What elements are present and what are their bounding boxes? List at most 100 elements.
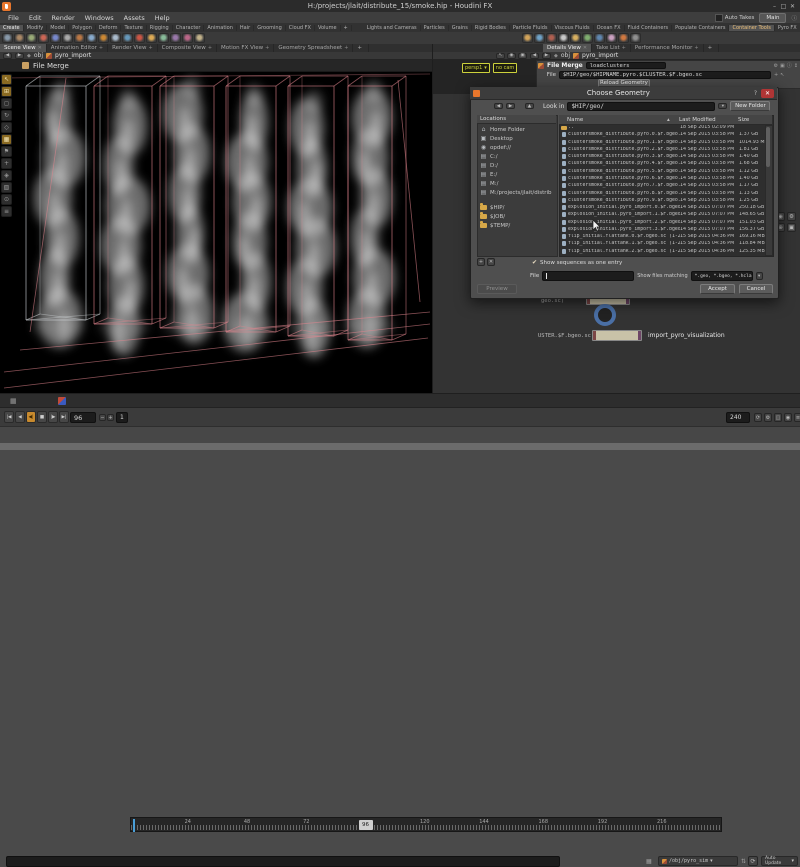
- location-item[interactable]: Home Folder: [477, 125, 556, 134]
- update-mode-selector[interactable]: Auto Update ▾: [761, 856, 798, 866]
- column-modified[interactable]: Last Modified: [679, 117, 738, 123]
- shelf-tool-icon[interactable]: [98, 33, 109, 43]
- pane-tab[interactable]: Animation Editor+: [47, 44, 108, 52]
- cook-context-chip[interactable]: /obj/pyro_sim ▾: [658, 856, 738, 866]
- maximize-button[interactable]: □: [779, 2, 788, 10]
- frame-step-minus[interactable]: −: [99, 414, 106, 421]
- pane-tab[interactable]: Composite View+: [158, 44, 217, 52]
- close-button[interactable]: ✕: [788, 2, 797, 10]
- shelf-tab[interactable]: Model: [47, 25, 69, 31]
- jump-to-start-button[interactable]: |◀: [4, 411, 14, 423]
- menu-item[interactable]: File: [3, 14, 24, 22]
- net-gear-icon[interactable]: ⚙: [787, 212, 796, 221]
- shelf-tool-icon[interactable]: [14, 33, 25, 43]
- back-icon[interactable]: ◀: [3, 53, 12, 59]
- shelf-tool-icon[interactable]: [158, 33, 169, 43]
- file-row[interactable]: explosion_initial.pyro_import.0.$F.bgeo.…: [560, 204, 765, 211]
- shelf-tool-icon[interactable]: [134, 33, 145, 43]
- camera-badge[interactable]: persp1▾: [462, 63, 490, 73]
- column-name[interactable]: Name: [567, 117, 667, 123]
- file-row[interactable]: flip_initial.flattank.1.$F.bgeo.sc (1-24…: [560, 240, 765, 247]
- shelf-tab[interactable]: Container Tools: [729, 25, 774, 31]
- favorite-item[interactable]: $JOB/: [477, 212, 556, 221]
- file-row[interactable]: clustersmoke_distribute.pyro.0.$F.bgeo.s…: [560, 131, 765, 138]
- preview-button[interactable]: Preview: [477, 284, 517, 294]
- shelf-tab[interactable]: Modify: [24, 25, 48, 31]
- shelf-tab[interactable]: Deform: [96, 25, 122, 31]
- net-grid-icon[interactable]: ▣: [518, 53, 527, 59]
- file-row[interactable]: clustersmoke_distribute.pyro.8.$F.bgeo.s…: [560, 189, 765, 196]
- expression-icon[interactable]: +: [774, 72, 778, 78]
- shelf-tool-icon[interactable]: [558, 33, 569, 43]
- file-row[interactable]: flip_initial.flattank.0.$F.bgeo.sc (1-24…: [560, 233, 765, 240]
- column-size[interactable]: Size: [738, 117, 772, 123]
- accept-button[interactable]: Accept: [700, 284, 735, 294]
- file-row[interactable]: explosion_initial.pyro_import.1.$F.bgeo.…: [560, 211, 765, 218]
- stop-button[interactable]: ■: [37, 411, 47, 423]
- shelf-tab[interactable]: Populate Containers: [672, 25, 729, 31]
- net-select-icon[interactable]: ↖: [496, 53, 505, 59]
- file-row[interactable]: clustersmoke_distribute.pyro.1.$F.bgeo.s…: [560, 139, 765, 146]
- file-row[interactable]: clustersmoke_distribute.pyro.5.$F.bgeo.s…: [560, 168, 765, 175]
- shelf-tool-icon[interactable]: [182, 33, 193, 43]
- location-item[interactable]: Desktop: [477, 134, 556, 143]
- shelf-tab[interactable]: Hair: [237, 25, 254, 31]
- expand-icon[interactable]: ↕: [794, 63, 798, 69]
- handle-tool-icon[interactable]: ◇: [1, 122, 12, 133]
- file-row[interactable]: flip_initial.flattank.2.$F.bgeo.sc (1-24…: [560, 248, 765, 255]
- file-row[interactable]: .. 18 Sep 2015 02:09 PM: [560, 124, 765, 131]
- shelf-tab[interactable]: Fluid Containers: [625, 25, 673, 31]
- timeline-ruler[interactable]: 96 244872120144168192216: [130, 817, 722, 832]
- shelf-tab[interactable]: Ocean FX: [594, 25, 625, 31]
- info-icon[interactable]: ⓘ: [791, 14, 797, 22]
- pane-tab[interactable]: Take List+: [592, 44, 631, 52]
- pin-icon[interactable]: ◆: [27, 53, 31, 59]
- new-folder-button[interactable]: New Folder: [730, 101, 770, 111]
- auto-takes-toggle[interactable]: Auto Takes: [715, 14, 755, 22]
- pane-tab[interactable]: Details View✕: [543, 44, 592, 52]
- shelf-tab[interactable]: +: [341, 25, 352, 31]
- current-node-label[interactable]: pyro_import: [55, 52, 91, 59]
- shelf-tool-icon[interactable]: [618, 33, 629, 43]
- file-row[interactable]: clustersmoke_distribute.pyro.3.$F.bgeo.s…: [560, 153, 765, 160]
- favorite-item[interactable]: $HIP/: [477, 203, 556, 212]
- shelf-tool-icon[interactable]: [194, 33, 205, 43]
- menu-item[interactable]: Render: [46, 14, 79, 22]
- add-tool-icon[interactable]: +: [1, 158, 12, 169]
- menu-item[interactable]: Help: [150, 14, 175, 22]
- pane-tab[interactable]: +: [704, 44, 720, 52]
- move-tool-icon[interactable]: ⊞: [1, 86, 12, 97]
- shelf-tool-icon[interactable]: [122, 33, 133, 43]
- shelf-tab[interactable]: Rigid Bodies: [472, 25, 510, 31]
- node-color-icon[interactable]: [58, 397, 66, 405]
- step-back-button[interactable]: ◀|: [26, 411, 36, 423]
- location-item[interactable]: C:/: [477, 152, 556, 161]
- node-name-field[interactable]: loadclusters: [586, 62, 666, 69]
- snap-grid-icon[interactable]: ▦: [1, 134, 12, 145]
- pane-tab-widget-icon[interactable]: +: [344, 45, 348, 51]
- range-start-field[interactable]: 1: [116, 412, 128, 423]
- add-favorite-icon[interactable]: +: [477, 258, 485, 266]
- shelf-tab[interactable]: Character: [173, 25, 205, 31]
- sort-asc-icon[interactable]: ▴: [667, 117, 679, 123]
- location-item[interactable]: M:/projects/jlait/distrib: [477, 188, 556, 197]
- resource-monitor-icon[interactable]: ▦: [646, 858, 652, 865]
- pose-tool-icon[interactable]: ◈: [1, 170, 12, 181]
- menu-item[interactable]: Windows: [80, 14, 119, 22]
- realtime-toggle-icon[interactable]: ⟳: [754, 413, 762, 422]
- reload-geometry-button[interactable]: Reload Geometry: [598, 79, 650, 87]
- favorite-item[interactable]: $TEMP/: [477, 221, 556, 230]
- playhead[interactable]: 96: [359, 820, 373, 830]
- take-selector[interactable]: Main: [759, 13, 786, 23]
- auto-takes-box[interactable]: [715, 14, 723, 22]
- playbar-menu-icon[interactable]: ≡: [794, 413, 800, 422]
- file-name-input[interactable]: [542, 271, 634, 281]
- pane-tab-widget-icon[interactable]: ✕: [583, 45, 587, 51]
- file-row[interactable]: clustersmoke_distribute.pyro.2.$F.bgeo.s…: [560, 146, 765, 153]
- back-icon[interactable]: ◀: [530, 53, 539, 59]
- look-in-dropdown-icon[interactable]: ▾: [718, 103, 727, 109]
- show-sequences-checkbox[interactable]: ✔ Show sequences as one entry: [532, 259, 622, 266]
- look-in-field[interactable]: $HIP/geo/: [567, 102, 715, 111]
- pane-tab[interactable]: Performance Monitor+: [631, 44, 704, 52]
- gear-icon[interactable]: ⚙: [774, 63, 778, 69]
